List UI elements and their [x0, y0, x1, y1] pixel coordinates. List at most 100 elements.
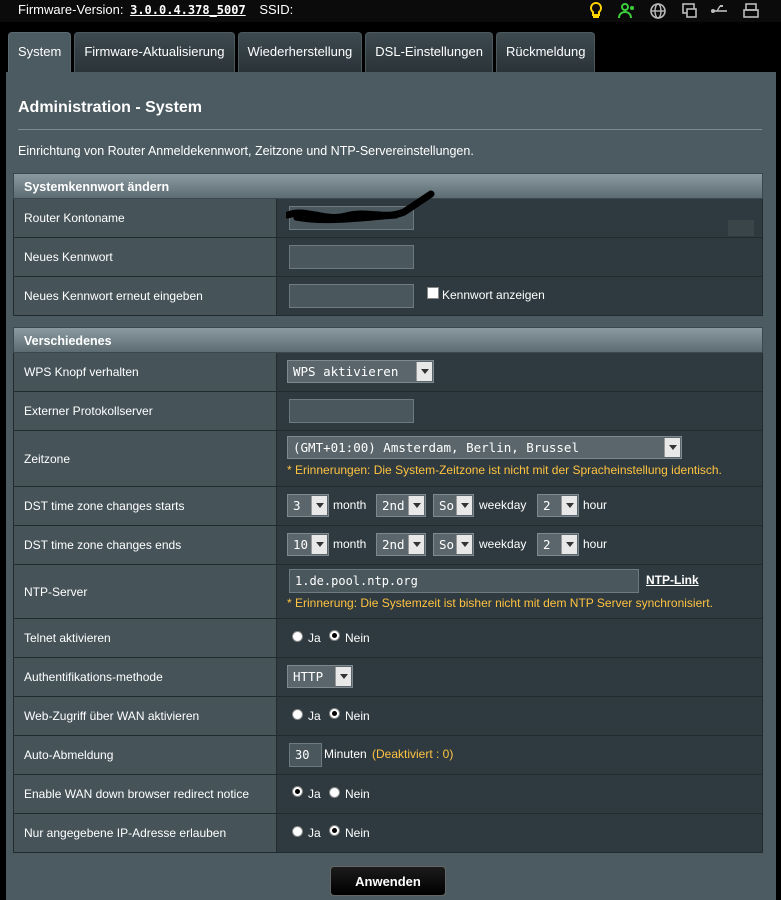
- web-wan-label: Web-Zugriff über WAN aktivieren: [14, 697, 277, 735]
- dst-end-week-value: 2nd: [382, 537, 405, 552]
- wps-select[interactable]: WPS aktivieren: [287, 360, 434, 383]
- page-title: Administration - System: [18, 99, 203, 116]
- ntp-link[interactable]: NTP-Link: [646, 573, 699, 587]
- show-password-checkbox[interactable]: [427, 287, 439, 299]
- telnet-yes-radio[interactable]: [292, 631, 303, 642]
- tab-dsl-settings[interactable]: DSL-Einstellungen: [365, 32, 493, 72]
- page-description: Einrichtung von Router Anmeldekennwort, …: [18, 144, 474, 158]
- wan-notice-row: Enable WAN down browser redirect notice …: [13, 775, 763, 814]
- chevron-down-icon: [416, 362, 432, 381]
- dst-start-week-select[interactable]: 2nd: [376, 494, 426, 517]
- dst-end-hour-value: 2: [543, 537, 551, 552]
- ntp-note: * Erinnerung: Die Systemzeit ist bisher …: [287, 596, 713, 610]
- telnet-no-label: Nein: [345, 631, 370, 645]
- ip-only-yes-label: Ja: [308, 826, 321, 840]
- users-icon[interactable]: [617, 1, 637, 21]
- ip-only-yes-radio[interactable]: [292, 826, 303, 837]
- timezone-select[interactable]: (GMT+01:00) Amsterdam, Berlin, Brussel: [287, 436, 682, 459]
- auto-logout-row: Auto-Abmeldung Minuten (Deaktiviert : 0): [13, 736, 763, 775]
- web-wan-row: Web-Zugriff über WAN aktivieren Ja Nein: [13, 697, 763, 736]
- dst-start-row: DST time zone changes starts 3 month 2nd…: [13, 487, 763, 526]
- new-password-row: Neues Kennwort: [13, 238, 763, 277]
- web-wan-no-radio[interactable]: [329, 708, 340, 719]
- confirm-password-input[interactable]: [289, 284, 414, 308]
- auth-method-select[interactable]: HTTP: [287, 665, 353, 688]
- ip-only-row: Nur angegebene IP-Adresse erlauben Ja Ne…: [13, 814, 763, 853]
- firmware-version-link[interactable]: 3.0.0.4.378_5007: [130, 3, 246, 17]
- dst-start-label: DST time zone changes starts: [14, 487, 277, 525]
- firmware-label: Firmware-Version:: [18, 2, 124, 17]
- tab-bar: System Firmware-Aktualisierung Wiederher…: [8, 32, 596, 72]
- confirm-password-label: Neues Kennwort erneut eingeben: [14, 277, 277, 315]
- ntp-server-input[interactable]: [289, 569, 639, 593]
- new-password-input[interactable]: [289, 245, 414, 269]
- new-password-label: Neues Kennwort: [14, 238, 277, 276]
- dst-end-week-select[interactable]: 2nd: [376, 533, 426, 556]
- auto-logout-label: Auto-Abmeldung: [14, 736, 277, 774]
- telnet-row: Telnet aktivieren Ja Nein: [13, 619, 763, 658]
- wan-notice-label: Enable WAN down browser redirect notice: [14, 775, 277, 813]
- tab-feedback[interactable]: Rückmeldung: [495, 32, 596, 72]
- auto-logout-note: (Deaktiviert : 0): [372, 747, 454, 761]
- dst-end-label: DST time zone changes ends: [14, 526, 277, 564]
- printer-icon[interactable]: [741, 1, 761, 21]
- dst-start-weekday-unit: weekday: [479, 498, 527, 512]
- wps-label: WPS Knopf verhalten: [14, 353, 277, 391]
- wan-notice-yes-label: Ja: [308, 787, 321, 801]
- apply-button[interactable]: Anwenden: [330, 866, 446, 896]
- dst-start-hour-select[interactable]: 2: [537, 494, 579, 517]
- dst-start-month-select[interactable]: 3: [287, 494, 329, 517]
- telnet-yes-label: Ja: [308, 631, 321, 645]
- wan-notice-yes-radio[interactable]: [292, 786, 303, 797]
- auth-row: Authentifikations-methode HTTP: [13, 658, 763, 697]
- misc-section: Verschiedenes WPS Knopf verhalten WPS ak…: [13, 327, 763, 853]
- top-status-bar: Firmware-Version: 3.0.0.4.378_5007 SSID:: [0, 0, 781, 22]
- devices-icon[interactable]: [679, 1, 699, 21]
- timezone-row: Zeitzone (GMT+01:00) Amsterdam, Berlin, …: [13, 431, 763, 487]
- firmware-info: Firmware-Version: 3.0.0.4.378_5007 SSID:: [18, 2, 293, 17]
- syslog-server-input[interactable]: [289, 399, 414, 423]
- background-artifact: [728, 220, 754, 236]
- dst-start-day-select[interactable]: So: [433, 494, 474, 517]
- tab-system[interactable]: System: [8, 32, 72, 72]
- dst-start-day-value: So: [439, 498, 455, 513]
- dst-end-month-value: 10: [293, 537, 309, 552]
- wan-notice-no-radio[interactable]: [329, 787, 340, 798]
- web-wan-yes-radio[interactable]: [292, 709, 303, 720]
- chevron-down-icon: [456, 535, 472, 554]
- ip-only-label: Nur angegebene IP-Adresse erlauben: [14, 814, 277, 852]
- show-password-label: Kennwort anzeigen: [442, 288, 545, 302]
- ntp-row: NTP-Server NTP-Link * Erinnerung: Die Sy…: [13, 565, 763, 619]
- ip-only-no-label: Nein: [345, 826, 370, 840]
- syslog-label: Externer Protokollserver: [14, 392, 277, 430]
- confirm-password-row: Neues Kennwort erneut eingeben Kennwort …: [13, 277, 763, 316]
- dst-start-week-value: 2nd: [382, 498, 405, 513]
- dst-end-day-select[interactable]: So: [433, 533, 474, 556]
- wan-notice-no-label: Nein: [345, 787, 370, 801]
- dst-end-row: DST time zone changes ends 10 month 2nd …: [13, 526, 763, 565]
- chevron-down-icon: [311, 535, 327, 554]
- dst-end-hour-select[interactable]: 2: [537, 533, 579, 556]
- lightbulb-icon[interactable]: [586, 1, 606, 21]
- dst-end-hour-unit: hour: [583, 537, 608, 551]
- dst-start-month-unit: month: [333, 498, 367, 512]
- ip-only-no-radio[interactable]: [329, 825, 340, 836]
- wps-row: WPS Knopf verhalten WPS aktivieren: [13, 353, 763, 392]
- chevron-down-icon: [311, 496, 327, 515]
- dst-end-month-select[interactable]: 10: [287, 533, 329, 556]
- chevron-down-icon: [664, 438, 680, 457]
- title-divider: [18, 129, 762, 130]
- dst-end-weekday-unit: weekday: [479, 537, 527, 551]
- usb-icon[interactable]: [710, 1, 730, 21]
- timezone-note: * Erinnerungen: Die System-Zeitzone ist …: [287, 463, 722, 477]
- tab-restore[interactable]: Wiederherstellung: [237, 32, 363, 72]
- chevron-down-icon: [561, 496, 577, 515]
- chevron-down-icon: [561, 535, 577, 554]
- tab-firmware-update[interactable]: Firmware-Aktualisierung: [74, 32, 235, 72]
- telnet-no-radio[interactable]: [329, 630, 340, 641]
- account-name-label: Router Kontoname: [14, 199, 277, 237]
- dst-start-hour-value: 2: [543, 498, 551, 513]
- auth-method-value: HTTP: [293, 669, 324, 684]
- auto-logout-input[interactable]: [289, 743, 322, 767]
- globe-icon[interactable]: [648, 1, 668, 21]
